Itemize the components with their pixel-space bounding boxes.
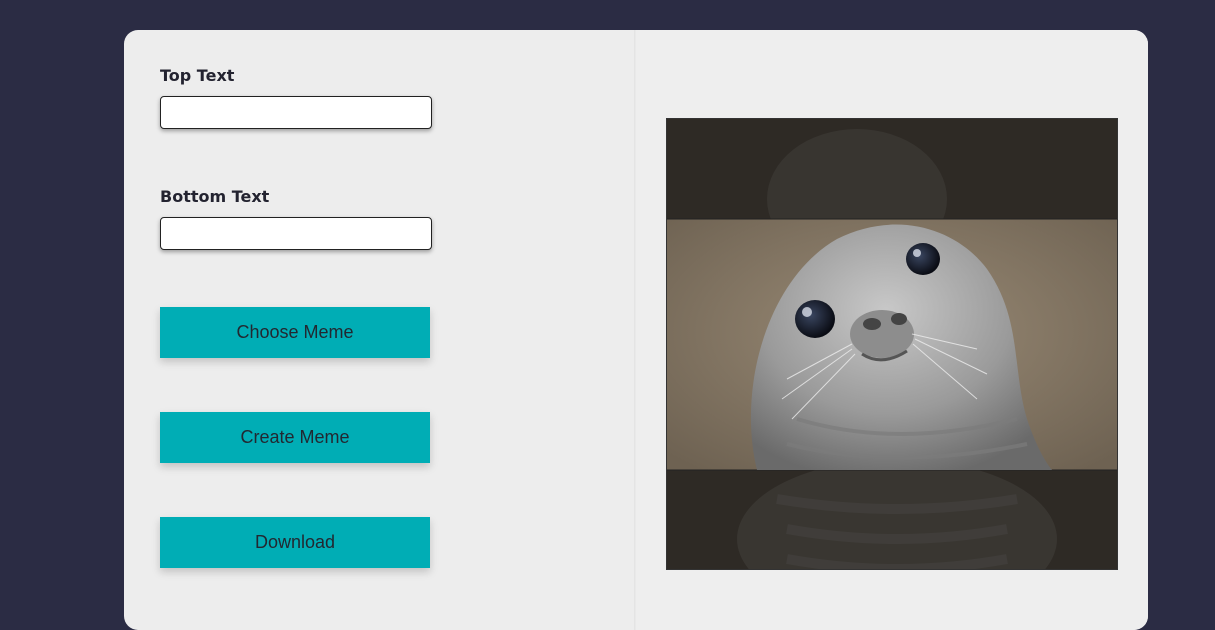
meme-generator-card: Top Text Bottom Text Choose Meme Create … [124, 30, 1148, 630]
bottom-text-input[interactable] [160, 217, 432, 250]
preview-panel [637, 30, 1148, 630]
meme-preview-canvas [666, 118, 1118, 570]
top-text-input[interactable] [160, 96, 432, 129]
bottom-text-label: Bottom Text [160, 187, 270, 206]
create-meme-button[interactable]: Create Meme [160, 412, 430, 463]
meme-photo [667, 218, 1117, 471]
top-text-label: Top Text [160, 66, 235, 85]
download-button[interactable]: Download [160, 517, 430, 568]
controls-panel: Top Text Bottom Text Choose Meme Create … [124, 30, 634, 630]
choose-meme-button[interactable]: Choose Meme [160, 307, 430, 358]
meme-preview-image [667, 119, 1117, 569]
